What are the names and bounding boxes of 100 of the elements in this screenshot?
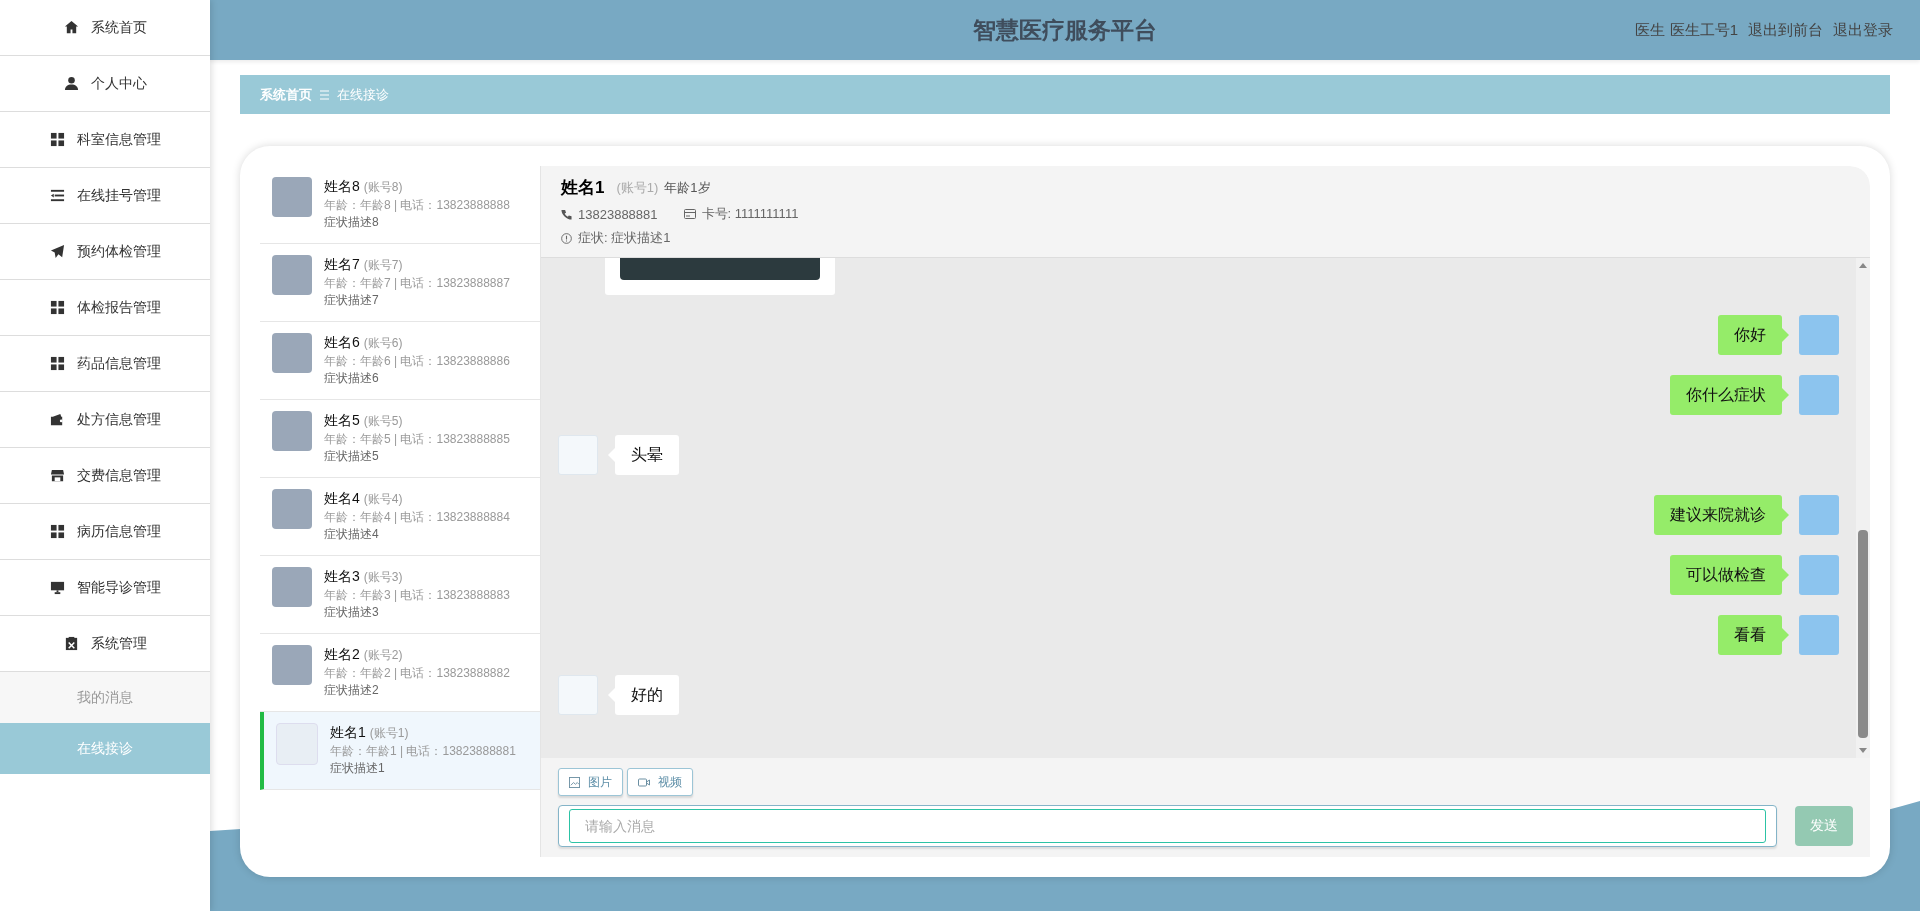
message-bubble: 可以做检查 bbox=[1670, 555, 1782, 595]
patient-info: 年龄：年龄7 | 电话：13823888887 bbox=[324, 275, 510, 292]
sidebar-item[interactable]: 交费信息管理 bbox=[0, 448, 210, 504]
patient-symptom: 症状描述8 bbox=[324, 214, 380, 230]
sidebar-item[interactable]: 系统管理 bbox=[0, 616, 210, 672]
avatar-photo bbox=[272, 489, 312, 529]
sidebar-item[interactable]: 个人中心 bbox=[0, 56, 210, 112]
home-icon bbox=[63, 20, 79, 35]
chat-account: (账号1) bbox=[616, 178, 659, 197]
patient-account: (账号8) bbox=[363, 180, 403, 194]
avatar-photo bbox=[272, 567, 312, 607]
sidebar-item[interactable]: 系统首页 bbox=[0, 0, 210, 56]
chat-phone: 13823888881 bbox=[578, 206, 658, 222]
patient-symptom: 症状描述1 bbox=[330, 760, 386, 776]
bubble-tail bbox=[1782, 508, 1789, 522]
avatar-photo bbox=[272, 177, 312, 217]
patient-info: 年龄：年龄5 | 电话：13823888885 bbox=[324, 431, 510, 448]
site-title: 智慧医疗服务平台 bbox=[973, 16, 1157, 43]
chat-patient-name: 姓名1 bbox=[561, 177, 605, 199]
chat-age: 年龄1岁 bbox=[664, 178, 711, 197]
patient-item[interactable]: 姓名3 (账号3) 年龄：年龄3 | 电话：13823888883 症状描述3 bbox=[260, 556, 540, 634]
patient-symptom: 症状描述3 bbox=[324, 604, 380, 620]
message-bubble: 好的 bbox=[615, 675, 679, 715]
phone-icon bbox=[561, 208, 572, 220]
patient-info: 年龄：年龄3 | 电话：13823888883 bbox=[324, 587, 510, 604]
message-bubble: 头晕 bbox=[615, 435, 679, 475]
avatar-photo bbox=[1799, 315, 1839, 355]
patient-item[interactable]: 姓名7 (账号7) 年龄：年龄7 | 电话：13823888887 症状描述7 bbox=[260, 244, 540, 322]
patient-name: 姓名7 bbox=[324, 256, 360, 272]
image-icon bbox=[569, 776, 580, 788]
sidebar-item[interactable]: 处方信息管理 bbox=[0, 392, 210, 448]
header-link[interactable]: 退出到前台 bbox=[1748, 20, 1823, 40]
patient-item[interactable]: 姓名1 (账号1) 年龄：年龄1 | 电话：13823888881 症状描述1 bbox=[260, 712, 540, 790]
bubble-tail bbox=[1782, 388, 1789, 402]
grid-icon bbox=[49, 524, 65, 539]
sidebar-item[interactable]: 科室信息管理 bbox=[0, 112, 210, 168]
chat-symptom: 症状: 症状描述1 bbox=[578, 229, 671, 247]
patient-info: 年龄：年龄6 | 电话：13823888886 bbox=[324, 353, 510, 370]
sidebar-item[interactable]: 药品信息管理 bbox=[0, 336, 210, 392]
patient-account: (账号1) bbox=[369, 726, 409, 740]
patient-name: 姓名2 bbox=[324, 646, 360, 662]
patient-item[interactable]: 姓名6 (账号6) 年龄：年龄6 | 电话：13823888886 症状描述6 bbox=[260, 322, 540, 400]
user-label: 医生 医生工号1 bbox=[1635, 20, 1738, 40]
patient-name: 姓名8 bbox=[324, 178, 360, 194]
sidebar-item[interactable]: 体检报告管理 bbox=[0, 280, 210, 336]
patient-info: 年龄：年龄1 | 电话：13823888881 bbox=[330, 743, 516, 760]
grid-icon bbox=[49, 132, 65, 147]
video-icon bbox=[638, 777, 650, 787]
patient-item[interactable]: 姓名4 (账号4) 年龄：年龄4 | 电话：13823888884 症状描述4 bbox=[260, 478, 540, 556]
attach-button[interactable]: 图片 bbox=[558, 768, 623, 796]
header-link[interactable]: 退出登录 bbox=[1833, 20, 1893, 40]
wallet-icon bbox=[49, 412, 65, 427]
sidebar-item[interactable]: 病历信息管理 bbox=[0, 504, 210, 560]
patient-info: 年龄：年龄8 | 电话：13823888888 bbox=[324, 197, 510, 214]
message-bubble: 你什么症状 bbox=[1670, 375, 1782, 415]
info-icon bbox=[561, 232, 572, 244]
card-icon bbox=[683, 209, 696, 219]
avatar-photo bbox=[272, 645, 312, 685]
sidebar-item[interactable]: 智能导诊管理 bbox=[0, 560, 210, 616]
patient-info: 年龄：年龄4 | 电话：13823888884 bbox=[324, 509, 510, 526]
patient-name: 姓名3 bbox=[324, 568, 360, 584]
patient-account: (账号2) bbox=[363, 648, 403, 662]
paper-plane-icon bbox=[49, 244, 65, 259]
patient-name: 姓名5 bbox=[324, 412, 360, 428]
avatar-photo bbox=[272, 333, 312, 373]
avatar-photo bbox=[276, 723, 318, 765]
chat-card-number: 卡号: 1111111111 bbox=[701, 205, 799, 223]
bubble-tail bbox=[1782, 568, 1789, 582]
user-icon bbox=[63, 76, 79, 91]
avatar-photo bbox=[1799, 555, 1839, 595]
bubble-tail bbox=[1782, 328, 1789, 342]
patient-name: 姓名6 bbox=[324, 334, 360, 350]
monitor-icon bbox=[49, 580, 65, 595]
grid-icon bbox=[49, 300, 65, 315]
patient-account: (账号7) bbox=[363, 258, 403, 272]
message-bubble: 看看 bbox=[1718, 615, 1782, 655]
sidebar-item[interactable]: 预约体检管理 bbox=[0, 224, 210, 280]
patient-account: (账号5) bbox=[363, 414, 403, 428]
list-icon bbox=[49, 188, 65, 203]
avatar-photo bbox=[1799, 615, 1839, 655]
attach-button[interactable]: 视频 bbox=[627, 768, 693, 796]
patient-account: (账号3) bbox=[363, 570, 403, 584]
bubble-tail bbox=[1782, 628, 1789, 642]
patient-item[interactable]: 姓名5 (账号5) 年龄：年龄5 | 电话：13823888885 症状描述5 bbox=[260, 400, 540, 478]
separator-icon bbox=[320, 89, 329, 100]
patient-account: (账号6) bbox=[363, 336, 403, 350]
patient-symptom: 症状描述5 bbox=[324, 448, 380, 464]
patient-info: 年龄：年龄2 | 电话：13823888882 bbox=[324, 665, 510, 682]
store-icon bbox=[49, 468, 65, 483]
message-input[interactable]: 请输入消息 bbox=[558, 805, 1777, 847]
patient-symptom: 症状描述7 bbox=[324, 292, 380, 308]
sidebar-item[interactable]: 在线挂号管理 bbox=[0, 168, 210, 224]
patient-symptom: 症状描述4 bbox=[324, 526, 380, 542]
clipboard-icon bbox=[63, 636, 79, 651]
avatar-photo bbox=[1799, 495, 1839, 535]
patient-symptom: 症状描述6 bbox=[324, 370, 380, 386]
patient-item[interactable]: 姓名8 (账号8) 年龄：年龄8 | 电话：13823888888 症状描述8 bbox=[260, 166, 540, 244]
patient-account: (账号4) bbox=[363, 492, 403, 506]
avatar-photo bbox=[1799, 375, 1839, 415]
breadcrumb-item: 在线接诊 bbox=[337, 85, 389, 104]
